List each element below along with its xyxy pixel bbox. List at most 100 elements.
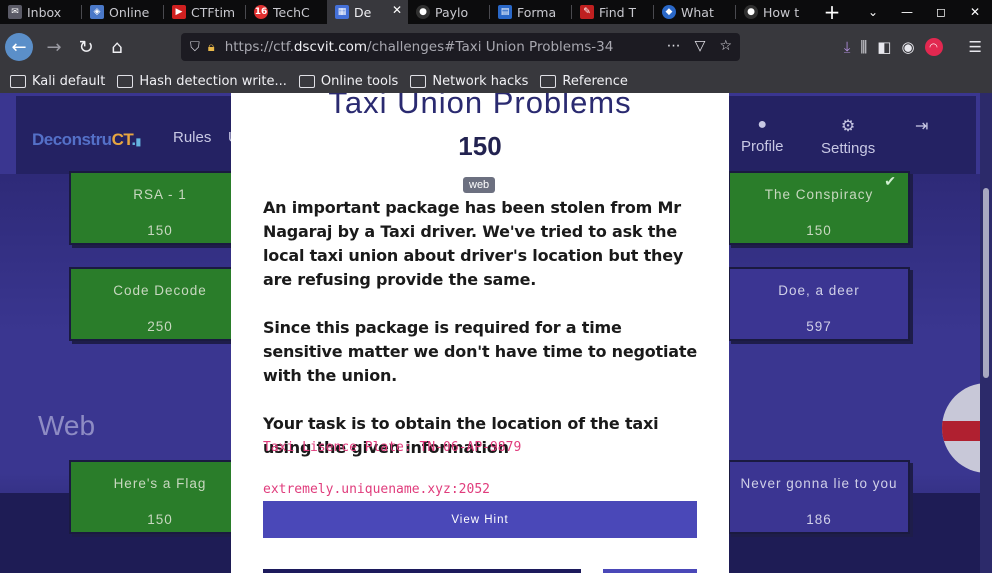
url-domain: dscvit.com <box>293 39 368 55</box>
back-button[interactable]: ← <box>5 33 33 61</box>
flag-input[interactable] <box>263 569 581 573</box>
ctftime-icon: ▶ <box>172 5 186 19</box>
challenge-card-doe[interactable]: Doe, a deer 597 <box>728 267 910 341</box>
tab-label: TechC <box>273 4 310 20</box>
bookmark-kali-default[interactable]: Kali default <box>10 74 105 89</box>
reload-icon: ↻ <box>78 36 94 58</box>
tab-label: Online <box>109 4 150 20</box>
reload-button[interactable]: ↻ <box>72 33 100 61</box>
bookmark-reference[interactable]: Reference <box>540 73 628 89</box>
folder-icon <box>410 74 427 88</box>
description-paragraph: Since this package is required for a tim… <box>263 318 697 385</box>
bookmarks-bar: Kali default Hash detection write... Onl… <box>0 69 992 93</box>
browser-tab-paylo[interactable]: ● Paylo <box>408 0 489 24</box>
challenge-card-code-decode[interactable]: Code Decode 250 <box>69 267 251 341</box>
maximize-icon[interactable]: ◻ <box>924 0 958 24</box>
account-icon[interactable]: ◉ <box>901 38 914 56</box>
new-tab-button[interactable]: + <box>817 0 847 24</box>
nav-settings[interactable]: ⚙ Settings <box>821 116 875 157</box>
tab-label: Forma <box>517 4 557 20</box>
nav-profile[interactable]: ● Profile <box>741 116 784 155</box>
challenge-card-rsa[interactable]: RSA - 1 150 <box>69 171 251 245</box>
challenge-card-never[interactable]: Never gonna lie to you 186 <box>728 460 910 534</box>
scrollbar-thumb[interactable] <box>983 188 989 378</box>
browser-tab-online[interactable]: ◈ Online <box>82 0 163 24</box>
bookmark-label: Network hacks <box>432 73 529 89</box>
home-button[interactable]: ⌂ <box>103 33 131 61</box>
card-name: Code Decode <box>113 283 207 298</box>
browser-tab-ctftime[interactable]: ▶ CTFtim <box>164 0 245 24</box>
arrow-left-icon: ← <box>11 36 27 58</box>
github-icon: ● <box>744 5 758 19</box>
card-points: 250 <box>147 319 173 334</box>
logout-button[interactable]: ⇥ <box>915 116 928 140</box>
card-points: 150 <box>147 512 173 527</box>
url-path: /challenges#Taxi Union Problems-34 <box>367 39 614 55</box>
close-window-icon[interactable]: ✕ <box>958 0 992 24</box>
site-logo[interactable]: DeconstruCT.▮ <box>32 130 141 150</box>
folder-icon <box>540 74 557 88</box>
card-points: 150 <box>147 223 173 238</box>
url-text[interactable]: https://ctf.dscvit.com/challenges#Taxi U… <box>225 39 614 55</box>
card-name: RSA - 1 <box>133 187 187 202</box>
browser-tab-bar: ✉ Inbox ◈ Online ▶ CTFtim 16 TechC ▦ De … <box>0 0 992 24</box>
description-paragraph: An important package has been stolen fro… <box>263 198 684 289</box>
close-tab-icon[interactable]: ✕ <box>392 3 402 17</box>
pocket-icon[interactable]: ▽ <box>695 38 706 54</box>
download-icon[interactable]: ⤓ <box>844 38 851 56</box>
sidebar-icon[interactable]: ◧ <box>877 38 891 56</box>
badge-icon: 16 <box>254 5 268 19</box>
browser-tab-techc[interactable]: 16 TechC <box>246 0 327 24</box>
nav-settings-label: Settings <box>821 140 876 157</box>
tab-label: Find T <box>599 4 637 20</box>
page-scrollbar[interactable] <box>980 93 992 573</box>
bookmark-online-tools[interactable]: Online tools <box>298 74 398 89</box>
browser-tab-deconstruct[interactable]: ▦ De ✕ <box>327 0 408 24</box>
minimize-icon[interactable]: — <box>890 0 924 24</box>
extension-icon[interactable]: ◠ <box>924 38 943 56</box>
challenge-modal: Taxi Union Problems 150 web An important… <box>231 93 729 573</box>
submit-button[interactable] <box>603 569 697 573</box>
modal-points: 150 <box>458 131 502 161</box>
view-hint-button[interactable]: View Hint <box>263 501 697 538</box>
url-bar[interactable]: ⛉ 🔒︎ https://ctf.dscvit.com/challenges#T… <box>181 33 740 61</box>
pin-icon: ✎ <box>580 5 594 19</box>
card-points: 597 <box>806 319 832 334</box>
bookmark-label: Kali default <box>32 73 106 89</box>
library-icon[interactable]: ⫼ <box>860 38 867 56</box>
nav-rules[interactable]: Rules <box>173 129 211 146</box>
browser-tab-find[interactable]: ✎ Find T <box>572 0 653 24</box>
window-controls: ⌄ — ◻ ✕ <box>856 0 992 24</box>
browser-tab-how[interactable]: ● How t <box>736 0 817 24</box>
flag-icon: ▮ <box>135 137 142 148</box>
tab-label: Inbox <box>27 4 62 20</box>
mail-icon: ✉ <box>8 5 22 19</box>
challenge-card-conspiracy[interactable]: ✔ The Conspiracy 150 <box>728 171 910 245</box>
forward-button[interactable]: → <box>40 33 68 61</box>
shield-icon: ◈ <box>90 5 104 19</box>
gears-icon: ⚙ <box>840 118 856 135</box>
card-points: 150 <box>806 223 832 238</box>
table-icon: ▤ <box>498 5 512 19</box>
more-icon[interactable]: ⋯ <box>667 38 681 54</box>
arrow-right-icon: → <box>46 36 62 58</box>
card-name: Here's a Flag <box>113 476 207 491</box>
bookmark-label: Hash detection write... <box>139 73 287 89</box>
bookmark-hash-detection[interactable]: Hash detection write... <box>117 74 287 89</box>
tab-label: CTFtim <box>191 4 236 20</box>
url-prefix: https://ctf. <box>224 39 294 55</box>
browser-tab-what[interactable]: ◆ What <box>654 0 735 24</box>
section-title-web: Web <box>38 410 96 441</box>
toolbar-right: ⤓ ⫼ ◧ ◉ ◠ ☰ <box>844 33 992 61</box>
bookmark-network-hacks[interactable]: Network hacks <box>410 74 528 89</box>
menu-icon[interactable]: ☰ <box>969 38 982 56</box>
lock-icon[interactable]: 🔒︎ <box>208 40 215 55</box>
browser-tab-forma[interactable]: ▤ Forma <box>490 0 571 24</box>
bookmark-label: Reference <box>562 73 628 89</box>
shield-icon[interactable]: ⛉ <box>190 40 200 55</box>
star-icon[interactable]: ☆ <box>719 38 732 54</box>
logo-text-2: CT <box>111 130 132 149</box>
browser-tab-inbox[interactable]: ✉ Inbox <box>0 0 81 24</box>
challenge-card-flag[interactable]: Here's a Flag 150 <box>69 460 251 534</box>
chevron-down-icon[interactable]: ⌄ <box>856 0 890 24</box>
